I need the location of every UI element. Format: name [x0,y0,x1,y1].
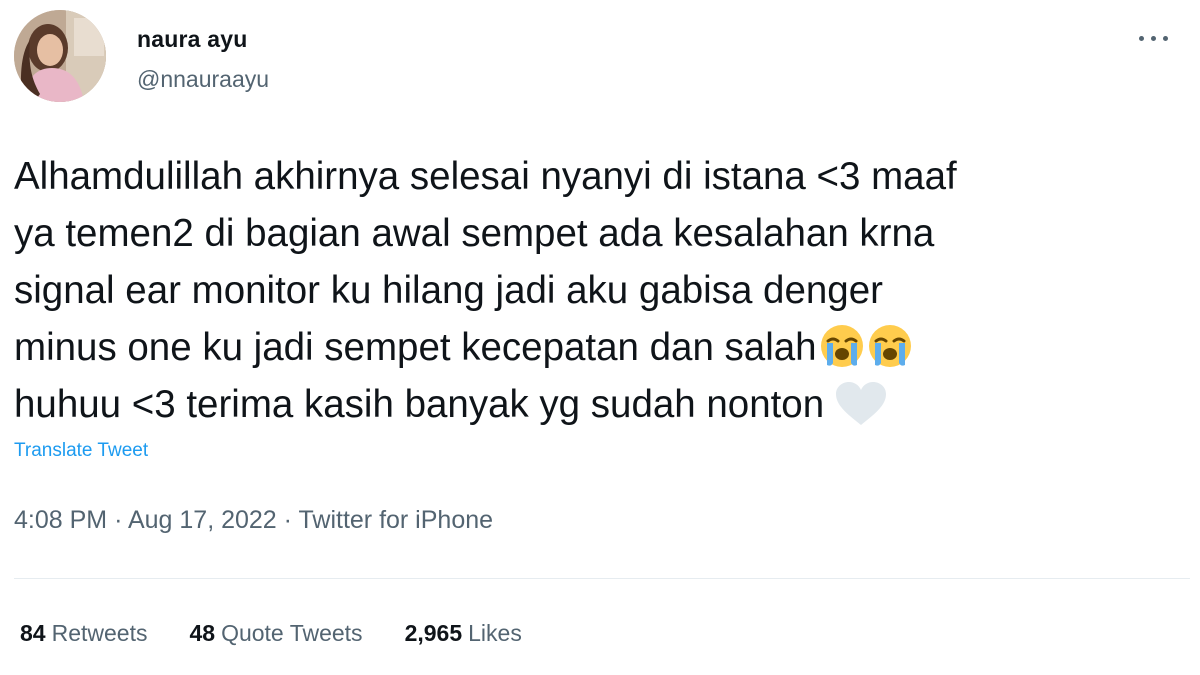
tweet-text-segment: minus one ku jadi sempet kecepatan dan s… [14,326,817,369]
more-options-button[interactable] [1130,20,1176,56]
tweet-text-line-with-emoji: huhuu <3 terima kasih banyak yg sudah no… [14,376,1184,433]
tweet-card: naura ayu @nnauraayu Alhamdulillah akhir… [0,0,1200,675]
quote-tweets-count: 48 [189,620,216,646]
meta-separator: · [283,506,292,534]
translate-tweet-link[interactable]: Translate Tweet [14,440,148,462]
divider [14,578,1190,579]
tweet-text-segment: huhuu <3 terima kasih banyak yg sudah no… [14,383,825,426]
retweets-label: Retweets [51,620,148,646]
quote-tweets-stat[interactable]: 48 Quote Tweets [189,620,362,647]
likes-stat[interactable]: 2,965 Likes [405,620,522,647]
more-dot [1150,35,1156,41]
retweets-stat[interactable]: 84 Retweets [20,620,147,647]
tweet-date[interactable]: Aug 17, 2022 [128,506,277,534]
more-dot [1138,35,1144,41]
tweet-text-line: signal ear monitor ku hilang jadi aku ga… [14,269,883,312]
tweet-text-line: ya temen2 di bagian awal sempet ada kesa… [14,212,935,255]
tweet-source[interactable]: Twitter for iPhone [299,506,494,534]
more-dot [1162,35,1168,41]
loudly-crying-face-icon [819,323,865,369]
tweet-text-line-with-emoji: minus one ku jadi sempet kecepatan dan s… [14,319,1184,376]
user-handle[interactable]: @nnauraayu [137,66,269,93]
tweet-time[interactable]: 4:08 PM [14,506,107,534]
retweets-count: 84 [20,620,46,646]
tweet-text: Alhamdulillah akhirnya selesai nyanyi di… [14,148,1184,433]
quote-tweets-label: Quote Tweets [221,620,363,646]
avatar[interactable] [14,10,106,102]
white-heart-icon [834,381,888,427]
tweet-stats: 84 Retweets 48 Quote Tweets 2,965 Likes [20,620,564,647]
likes-count: 2,965 [404,620,463,646]
likes-label: Likes [468,620,522,646]
tweet-text-line: Alhamdulillah akhirnya selesai nyanyi di… [14,155,957,198]
loudly-crying-face-icon [867,323,913,369]
meta-separator: · [114,506,123,534]
tweet-metadata: 4:08 PM · Aug 17, 2022 · Twitter for iPh… [14,506,493,535]
display-name[interactable]: naura ayu [137,26,247,53]
